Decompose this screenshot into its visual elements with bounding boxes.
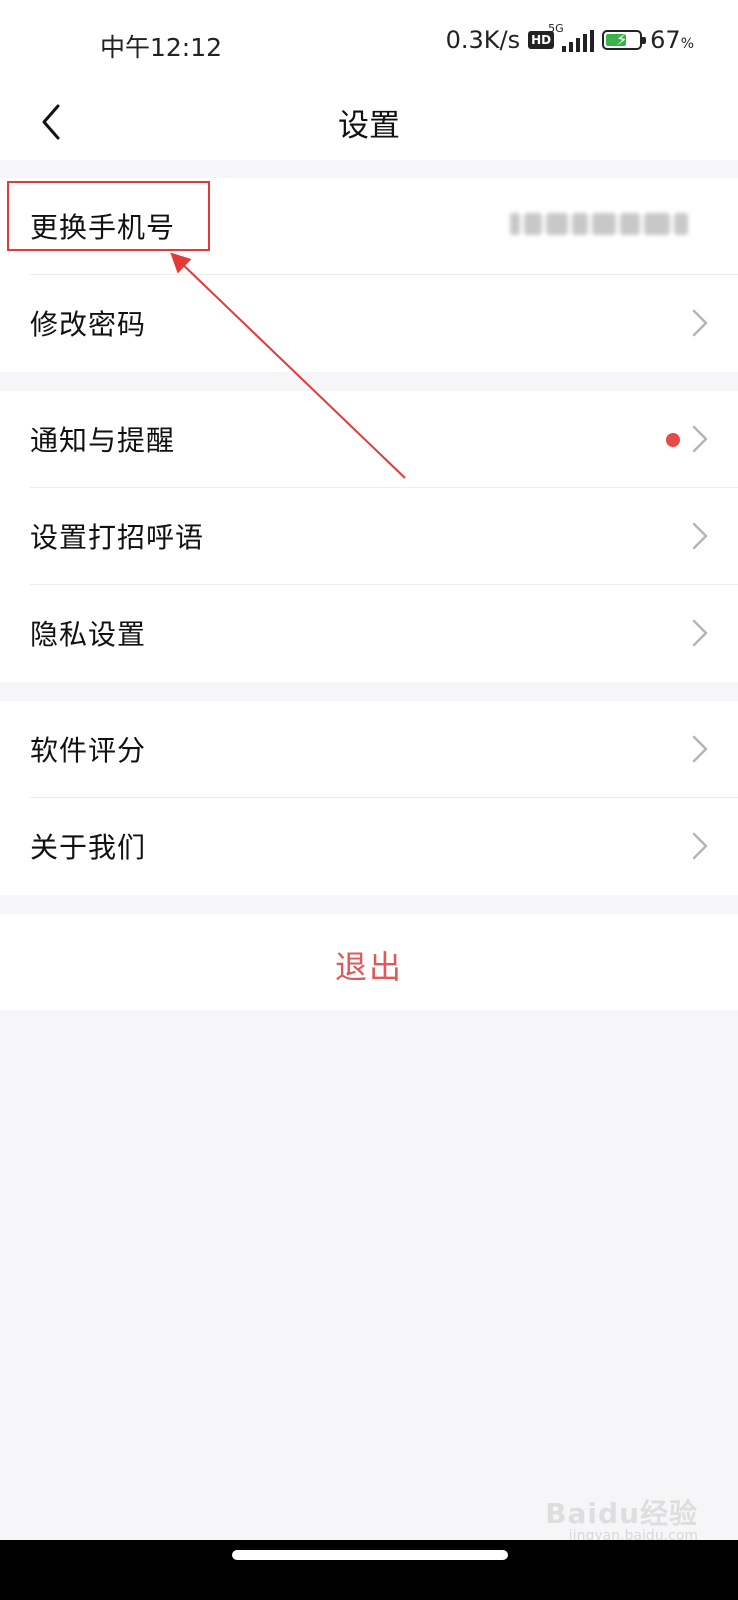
setting-row-notifications[interactable]: 通知与提醒 xyxy=(0,391,738,488)
battery-percent: 67% xyxy=(650,26,694,54)
watermark-logo: Baidu经验 xyxy=(545,1497,698,1530)
signal-icon: 5G xyxy=(548,22,595,52)
net-speed: 0.3K/s xyxy=(445,26,521,54)
setting-label: 修改密码 xyxy=(30,308,147,341)
settings-group-general: 通知与提醒 设置打招呼语 隐私设置 xyxy=(0,391,738,682)
system-nav-bar xyxy=(0,1540,738,1600)
setting-row-rate-app[interactable]: 软件评分 xyxy=(0,701,738,798)
home-indicator[interactable] xyxy=(232,1550,508,1560)
phone-number-blurred xyxy=(510,208,700,240)
chevron-right-icon xyxy=(692,832,708,860)
annotation-highlight-box xyxy=(7,181,210,251)
setting-row-about-us[interactable]: 关于我们 xyxy=(0,798,738,895)
setting-label: 软件评分 xyxy=(30,734,147,767)
network-type: 5G xyxy=(548,22,564,35)
battery-icon: ⚡ xyxy=(602,30,647,50)
setting-label: 设置打招呼语 xyxy=(30,521,205,554)
page-title: 设置 xyxy=(338,108,400,144)
setting-label: 通知与提醒 xyxy=(30,424,176,457)
setting-label: 关于我们 xyxy=(30,831,147,864)
settings-group-about: 软件评分 关于我们 xyxy=(0,701,738,895)
setting-label: 隐私设置 xyxy=(30,618,147,651)
status-time: 中午12:12 xyxy=(100,33,223,62)
chevron-right-icon xyxy=(692,309,708,337)
chevron-right-icon xyxy=(692,619,708,647)
setting-row-greeting[interactable]: 设置打招呼语 xyxy=(0,488,738,585)
chevron-right-icon xyxy=(692,735,708,763)
status-bar: 中午12:12 0.3K/s HD 5G ⚡ 67% xyxy=(0,0,738,88)
status-indicators: 0.3K/s HD 5G ⚡ 67% xyxy=(445,22,694,54)
unread-dot-badge xyxy=(666,433,680,447)
logout-button[interactable]: 退出 xyxy=(0,914,738,1010)
setting-row-change-password[interactable]: 修改密码 xyxy=(0,275,738,372)
chevron-right-icon xyxy=(692,425,708,453)
setting-row-privacy[interactable]: 隐私设置 xyxy=(0,585,738,682)
logout-label: 退出 xyxy=(334,948,403,986)
chevron-right-icon xyxy=(692,522,708,550)
nav-bar: 设置 xyxy=(0,88,738,160)
